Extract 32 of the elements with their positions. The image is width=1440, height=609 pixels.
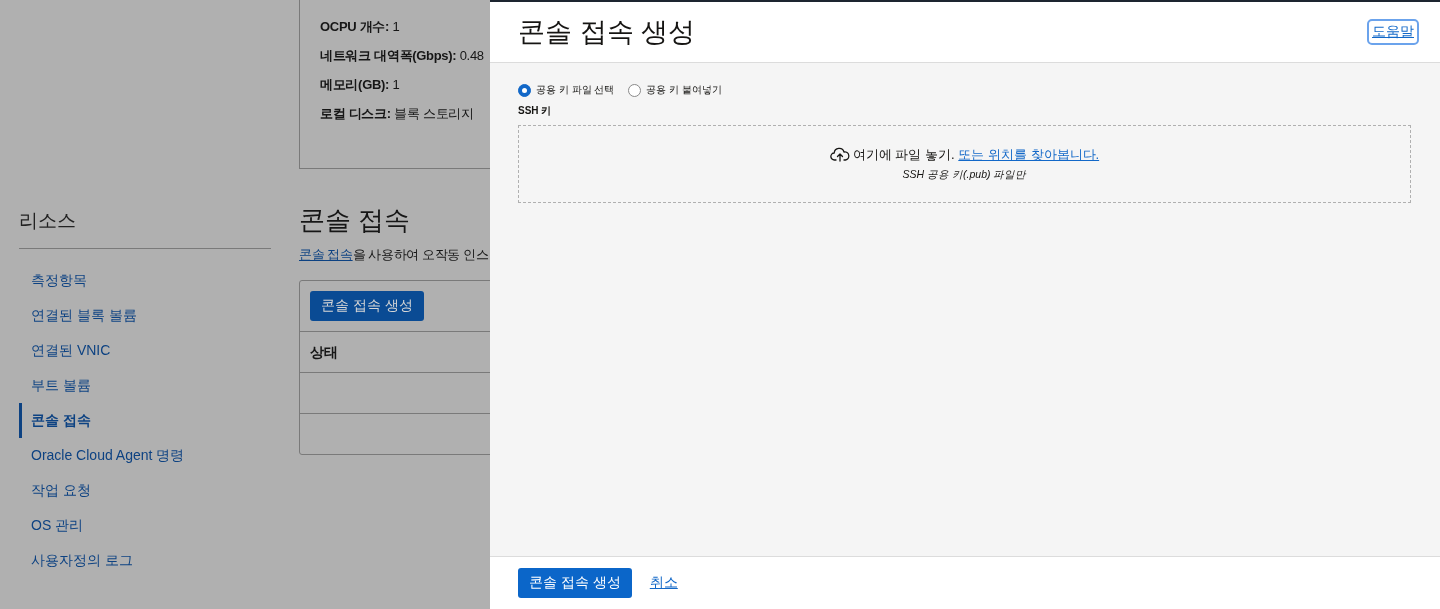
- file-dropzone[interactable]: 여기에 파일 놓기. 또는 위치를 찾아봅니다. SSH 공용 키(.pub) 파일만: [518, 125, 1411, 203]
- radio-button[interactable]: [518, 83, 531, 97]
- sidebar-item[interactable]: 사용자정의 로그: [19, 543, 271, 578]
- cancel-link[interactable]: 취소: [649, 574, 678, 592]
- panel-title: 콘솔 접속 생성: [518, 16, 695, 49]
- section-description: 콘솔 접속을 사용하여 오작동 인스: [299, 246, 490, 264]
- field-label: SSH 키: [518, 104, 553, 118]
- sidebar-item[interactable]: Oracle Cloud Agent 명령: [19, 438, 271, 473]
- dropzone-hint: SSH 공용 키(.pub) 파일만: [902, 168, 1027, 182]
- detail-text: 로컬 디스크: 블록 스토리지: [320, 105, 475, 123]
- sidebar-item[interactable]: 작업 요청: [19, 473, 271, 508]
- browse-link[interactable]: 또는 위치를 찾아봅니다.: [958, 147, 1100, 162]
- dropzone-text: 여기에 파일 놓기. 또는 위치를 찾아봅니다.: [852, 146, 1100, 164]
- radio-option[interactable]: 공용 키 파일 선택: [518, 83, 615, 97]
- detail-text: 네트워크 대역폭(Gbps): 0.48: [320, 47, 485, 65]
- sidebar-item[interactable]: OS 관리: [19, 508, 271, 543]
- create-button[interactable]: 콘솔 접속 생성: [518, 568, 632, 598]
- radio-option[interactable]: 공용 키 붙여넣기: [628, 83, 722, 97]
- sidebar-heading: 리소스: [19, 208, 271, 249]
- upload-cloud-icon: [829, 147, 850, 163]
- detail-text: OCPU 개수: 1: [320, 18, 401, 36]
- sidebar-item[interactable]: 연결된 VNIC: [19, 333, 271, 368]
- help-link[interactable]: 도움말: [1370, 22, 1416, 42]
- sidebar-item[interactable]: 연결된 블록 볼륨: [19, 298, 271, 333]
- create-button[interactable]: 콘솔 접속 생성: [310, 291, 424, 321]
- sidebar-item[interactable]: 측정항목: [19, 263, 271, 298]
- sidebar-item[interactable]: 부트 볼륨: [19, 368, 271, 403]
- detail-text: 메모리(GB): 1: [320, 76, 401, 94]
- docs-link[interactable]: 콘솔 접속: [299, 247, 353, 262]
- section-title: 콘솔 접속: [299, 204, 412, 237]
- sidebar-item[interactable]: 콘솔 접속: [19, 403, 271, 438]
- radio-button[interactable]: [628, 83, 642, 97]
